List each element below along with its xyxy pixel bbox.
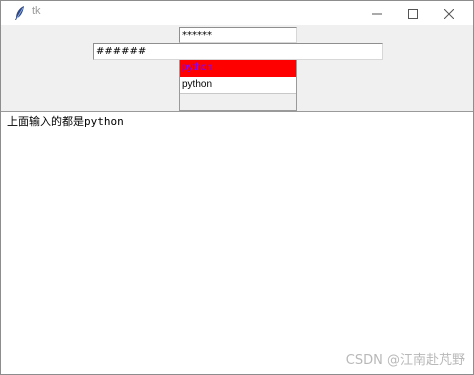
listbox[interactable]: python python: [179, 60, 297, 111]
list-item[interactable]: python: [180, 77, 296, 94]
text-widget[interactable]: 上面输入的都是python: [1, 112, 473, 374]
title-bar[interactable]: tk: [1, 1, 473, 25]
maximize-button[interactable]: [395, 1, 431, 25]
close-icon: [443, 4, 455, 23]
text-line: 上面输入的都是python: [7, 115, 124, 128]
password-entry[interactable]: ******: [179, 27, 297, 43]
feather-icon: [13, 5, 27, 21]
minimize-button[interactable]: [359, 1, 395, 25]
app-window: tk ****** ###### python python 上面输入的都是py…: [0, 0, 474, 375]
window-content: ****** ###### python python 上面输入的都是pytho…: [1, 25, 473, 374]
window-title: tk: [32, 5, 41, 17]
controls-area: ****** ###### python python: [1, 25, 473, 111]
minimize-icon: [372, 4, 382, 23]
maximize-icon: [408, 4, 418, 23]
hash-entry[interactable]: ######: [93, 43, 383, 60]
close-button[interactable]: [431, 1, 467, 25]
watermark: CSDN @江南赴芃野: [345, 353, 465, 368]
list-item-selected[interactable]: python: [180, 60, 296, 77]
